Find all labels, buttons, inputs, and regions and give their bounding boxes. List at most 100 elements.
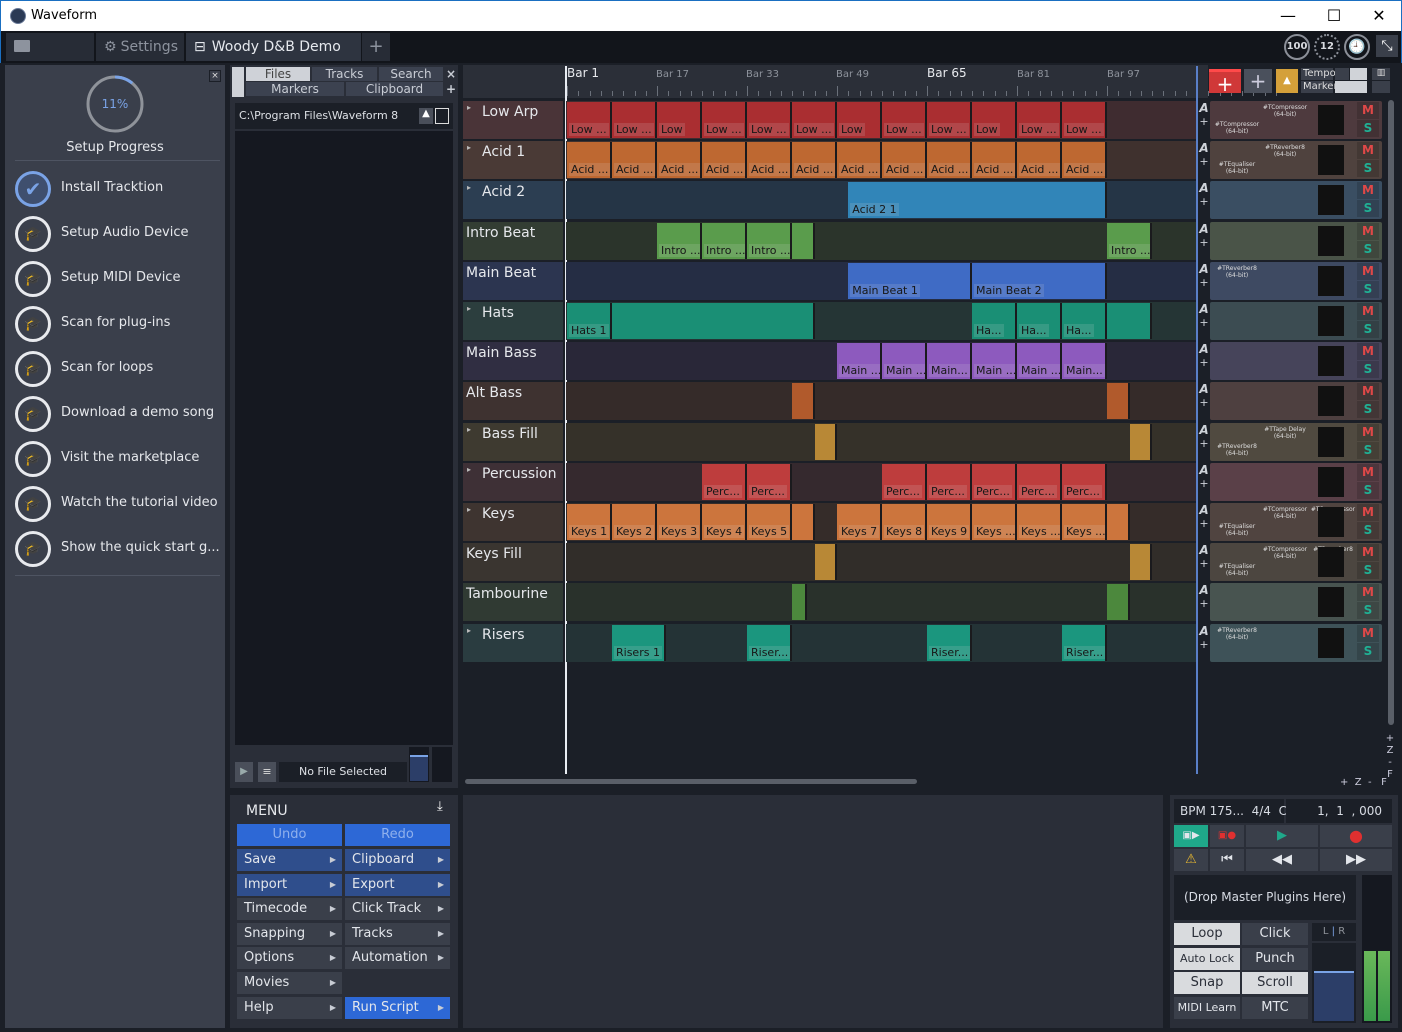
- track-header[interactable]: ▸ Acid 2: [463, 181, 563, 220]
- track-lane[interactable]: [566, 543, 1196, 582]
- auto-record-button[interactable]: ▣●: [1210, 825, 1244, 847]
- track-name[interactable]: Keys Fill: [466, 546, 522, 562]
- mute-button[interactable]: M: [1357, 383, 1379, 401]
- mute-button[interactable]: M: [1357, 544, 1379, 562]
- clip[interactable]: Main ...: [972, 343, 1017, 380]
- track-lane[interactable]: Hats 1 Ha... Ha... Ha...: [566, 302, 1196, 340]
- track-lane[interactable]: Acid ... Acid ... Acid ... Acid ... Acid ...…: [566, 141, 1196, 180]
- add-track-button[interactable]: +: [1209, 69, 1241, 96]
- clip[interactable]: Keys ...: [1017, 504, 1062, 540]
- minimize-button[interactable]: —: [1265, 1, 1311, 32]
- clip[interactable]: [792, 222, 815, 259]
- menu-item-run-script[interactable]: Run Script ▶: [345, 996, 450, 1019]
- track-lane[interactable]: Main Beat 1 Main Beat 2: [566, 261, 1196, 300]
- clip[interactable]: [1107, 303, 1152, 339]
- play-button[interactable]: ▶: [1246, 825, 1318, 847]
- track-lane[interactable]: Acid 2 1: [566, 181, 1196, 220]
- automation-icon[interactable]: A: [1198, 342, 1210, 356]
- clip[interactable]: Low: [837, 102, 882, 138]
- clip[interactable]: Low ...: [882, 102, 927, 138]
- clip[interactable]: Perc...: [882, 463, 927, 500]
- auto-lock-toggle[interactable]: Auto Lock: [1174, 947, 1240, 970]
- track-header[interactable]: Intro Beat: [463, 221, 563, 260]
- clip[interactable]: Intro ...: [702, 222, 747, 259]
- clip[interactable]: Acid ...: [972, 142, 1017, 179]
- clip[interactable]: Intro ...: [657, 222, 702, 259]
- plugin-slot[interactable]: #TTape Delay (64-bit): [1262, 426, 1308, 440]
- track-name[interactable]: Main Bass: [466, 345, 537, 361]
- clip[interactable]: Acid ...: [657, 142, 702, 179]
- clock-icon[interactable]: 🕘: [1344, 34, 1370, 60]
- expand-icon[interactable]: ▸: [467, 143, 471, 152]
- setup-item[interactable]: 🎓 Download a demo song: [15, 392, 225, 436]
- automation-icon[interactable]: A: [1198, 262, 1210, 276]
- keyboard-icon[interactable]: ▥: [1372, 68, 1390, 80]
- add-icon[interactable]: +: [1198, 276, 1210, 289]
- mute-button[interactable]: M: [1357, 102, 1379, 119]
- clip[interactable]: [792, 504, 815, 540]
- play-preview-icon[interactable]: ▶: [235, 762, 253, 782]
- clip[interactable]: Low ...: [747, 102, 792, 138]
- clip[interactable]: Hats 1: [567, 303, 612, 339]
- plugin-rack[interactable]: #TReverber8 (64-bit) M S: [1210, 623, 1382, 662]
- clip[interactable]: [612, 303, 815, 339]
- solo-button[interactable]: S: [1357, 522, 1379, 539]
- auto-play-button[interactable]: ▣▶: [1174, 825, 1208, 847]
- rewind-button[interactable]: ◀◀: [1246, 849, 1318, 871]
- go-to-start-button[interactable]: ⏮: [1210, 849, 1244, 871]
- warning-icon[interactable]: ⚠: [1174, 849, 1208, 871]
- mute-button[interactable]: M: [1357, 624, 1379, 642]
- horizontal-zoom-controls[interactable]: + Z - F: [1340, 777, 1387, 788]
- clip[interactable]: Perc...: [747, 463, 792, 500]
- add-icon[interactable]: +: [1198, 236, 1210, 249]
- setup-item[interactable]: 🎓 Visit the marketplace: [15, 437, 225, 481]
- record-button[interactable]: ●: [1320, 825, 1392, 847]
- mtc-toggle[interactable]: MTC: [1242, 996, 1308, 1019]
- automation-icon[interactable]: A: [1198, 141, 1210, 155]
- clip[interactable]: Main...: [1062, 343, 1107, 380]
- clip[interactable]: Keys 9: [927, 504, 972, 540]
- add-icon[interactable]: +: [1198, 195, 1210, 208]
- mute-button[interactable]: M: [1357, 463, 1379, 481]
- browser-tab-tracks[interactable]: Tracks: [312, 67, 377, 81]
- track-header[interactable]: ▸ Hats: [463, 302, 563, 340]
- clip[interactable]: Acid ...: [792, 142, 837, 179]
- setup-item[interactable]: 🎓 Setup MIDI Device: [15, 257, 225, 301]
- track-lane[interactable]: Keys 1 Keys 2 Keys 3 Keys 4 Keys 5 Keys 7 Keys…: [566, 503, 1196, 541]
- plugin-slot[interactable]: #TCompressor (64-bit): [1262, 506, 1308, 520]
- clip[interactable]: Riser...: [1062, 624, 1107, 661]
- track-header[interactable]: Main Beat: [463, 261, 563, 300]
- download-icon[interactable]: ⤓: [437, 799, 443, 814]
- clip[interactable]: Keys 1: [567, 504, 612, 540]
- add-icon[interactable]: +: [1198, 638, 1210, 651]
- maximize-button[interactable]: ☐: [1311, 1, 1357, 32]
- plugin-rack[interactable]: #TEqualiser (64-bit) #TCompressor (64-bit…: [1210, 543, 1382, 582]
- clip[interactable]: Low ...: [1062, 102, 1107, 138]
- clip[interactable]: Keys 4: [702, 504, 747, 540]
- track-name[interactable]: Bass Fill: [482, 426, 538, 442]
- track-lane[interactable]: Perc... Perc... Perc... Perc... Perc... Perc.…: [566, 462, 1196, 501]
- clip[interactable]: [1107, 584, 1130, 621]
- automation-icon[interactable]: A: [1198, 382, 1210, 396]
- marker-track-toggle[interactable]: Marker: [1301, 81, 1338, 93]
- plugin-slot[interactable]: #TReverber8 (64-bit): [1262, 144, 1308, 158]
- clip[interactable]: Keys 2: [612, 504, 657, 540]
- track-name[interactable]: Tambourine: [466, 586, 548, 602]
- track-lane[interactable]: Intro ... Intro ... Intro ... Intro ...: [566, 221, 1196, 260]
- automation-icon[interactable]: A: [1198, 302, 1210, 316]
- position-display[interactable]: 1, 1 , 000: [1286, 799, 1392, 823]
- plugin-slot[interactable]: #TCompressor (64-bit): [1262, 546, 1308, 560]
- mute-button[interactable]: M: [1357, 142, 1379, 160]
- up-folder-icon[interactable]: ▲: [419, 108, 433, 124]
- menu-item-import[interactable]: Import ▶: [237, 873, 342, 896]
- menu-item-snapping[interactable]: Snapping ▶: [237, 922, 342, 945]
- menu-item-clipboard[interactable]: Clipboard ▶: [345, 849, 450, 871]
- setup-item[interactable]: 🎓 Scan for loops: [15, 347, 225, 391]
- clip[interactable]: Low ...: [567, 102, 612, 138]
- clip[interactable]: Main Beat 1: [848, 262, 972, 299]
- track-lane[interactable]: [566, 382, 1196, 421]
- clip[interactable]: Low ...: [792, 102, 837, 138]
- setup-item[interactable]: 🎓 Show the quick start g...: [15, 527, 225, 571]
- fast-forward-button[interactable]: ▶▶: [1320, 849, 1392, 871]
- clip[interactable]: Perc...: [972, 463, 1017, 500]
